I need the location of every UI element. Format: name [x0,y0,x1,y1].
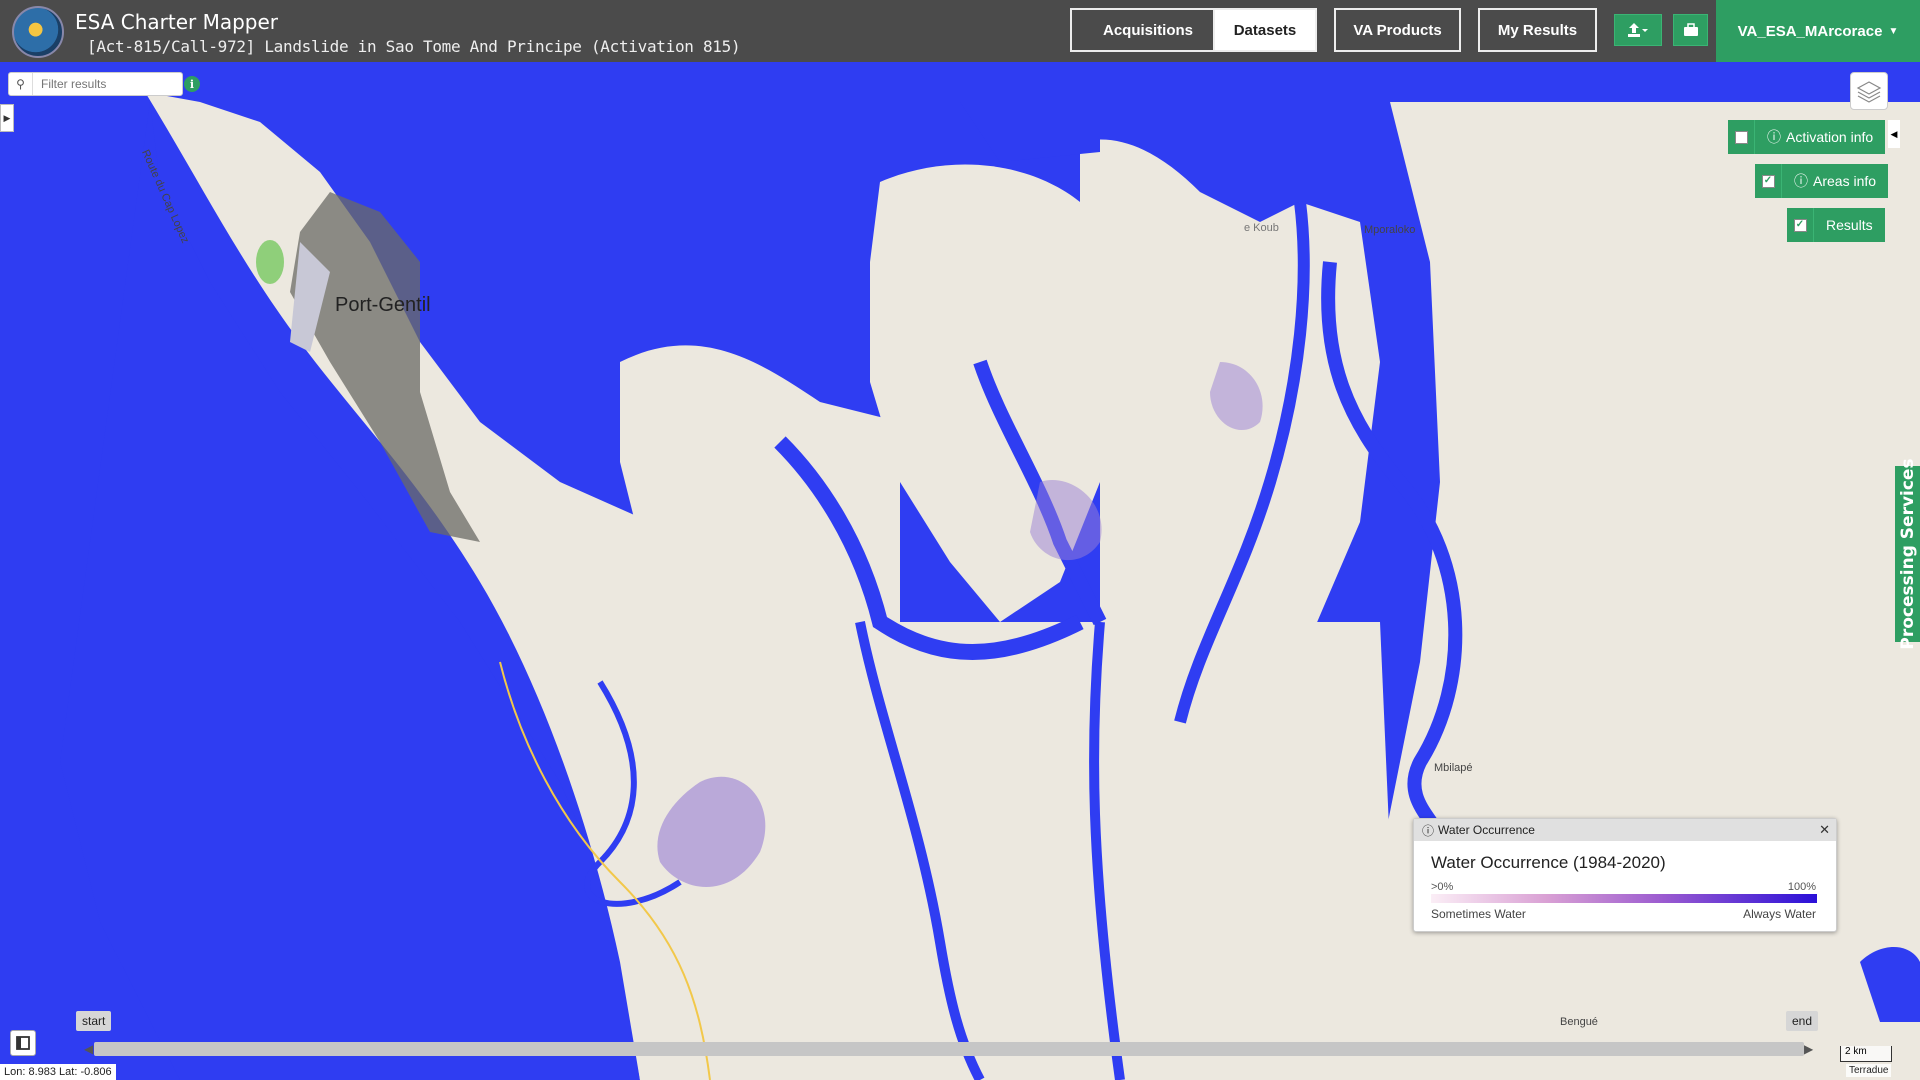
timeline-left-arrow-icon[interactable]: ◀ [84,1042,93,1056]
legend-panel: ⓘ Water Occurrence ✕ Water Occurrence (1… [1413,818,1837,932]
nav-my-results-button[interactable]: My Results [1478,8,1597,52]
activation-info-toggle[interactable]: ⓘ Activation info [1728,120,1886,154]
legend-title: Water Occurrence (1984-2020) [1431,853,1666,872]
legend-color-bar [1431,894,1817,903]
activation-title: [Act-815/Call-972] Landslide in Sao Tome… [87,37,741,56]
filter-results-input[interactable] [33,77,173,91]
areas-info-text: Areas info [1813,173,1877,189]
areas-info-label[interactable]: ⓘ Areas info [1781,164,1889,198]
user-menu[interactable]: VA_ESA_MArcorace ▼ [1716,0,1920,62]
briefcase-icon [1683,23,1698,36]
map-label-port-gentil: Port-Gentil [335,294,431,316]
scale-bar: 2 km [1840,1046,1892,1062]
processing-services-tab[interactable]: Processing Services [1895,458,1920,650]
map-label-mporaloko: Mporaloko [1364,224,1416,236]
top-bar: ESA Charter Mapper [Act-815/Call-972] La… [0,0,1920,62]
info-icon[interactable]: i [184,76,200,92]
areas-info-toggle[interactable]: ✓ ⓘ Areas info [1755,164,1889,198]
info-circle-icon: ⓘ [1794,173,1808,189]
sidebar-toggle-chevron-icon[interactable]: ▶ [0,104,14,132]
nav-va-products-button[interactable]: VA Products [1334,8,1461,52]
map-label-bengue: Bengué [1560,1016,1598,1028]
app-title: ESA Charter Mapper [75,10,279,34]
chevron-down-icon: ▼ [1888,25,1899,37]
timeline-slider[interactable] [94,1042,1804,1056]
results-text: Results [1826,217,1873,233]
timeline-end-handle[interactable]: end [1786,1011,1819,1031]
close-icon[interactable]: ✕ [1819,822,1830,838]
results-checkbox[interactable]: ✓ [1787,208,1813,242]
timeline-start-handle[interactable]: start [76,1011,112,1031]
map-label-mbilape: Mbilapé [1434,762,1473,774]
panel-collapse-chevron-icon[interactable]: ◀ [1888,120,1900,148]
info-circle-icon: ⓘ [1422,823,1435,838]
upload-dropdown-button[interactable] [1614,14,1662,46]
results-label[interactable]: Results [1813,208,1885,242]
briefcase-button[interactable] [1673,14,1708,46]
layers-icon [1856,81,1882,103]
legend-header: ⓘ Water Occurrence [1414,819,1836,841]
coordinates-readout: Lon: 8.983 Lat: -0.806 [0,1064,116,1080]
processing-services-label: Processing Services [1897,458,1918,650]
results-toggle[interactable]: ✓ Results [1787,208,1885,242]
legend-max: 100% [1787,881,1816,893]
search-icon: ⚲ [9,73,33,95]
activation-info-text: Activation info [1786,129,1874,145]
timeline-right-arrow-icon[interactable]: ▶ [1804,1042,1813,1056]
map-attribution: Terradue [1846,1064,1892,1077]
nav-acquisitions-button[interactable]: Acquisitions [1070,8,1226,52]
upload-icon [1628,23,1648,37]
filter-results: ⚲ [8,72,183,96]
info-circle-icon: ⓘ [1767,129,1781,145]
nav-datasets-button[interactable]: Datasets [1213,8,1317,52]
user-name: VA_ESA_MArcorace [1737,22,1883,40]
charter-logo-icon[interactable] [12,6,64,58]
activation-info-checkbox[interactable] [1728,120,1754,154]
activation-info-label[interactable]: ⓘ Activation info [1754,120,1886,154]
screenshot-button[interactable] [10,1030,36,1056]
frame-icon [16,1036,30,1050]
legend-header-text: Water Occurrence [1438,823,1535,837]
legend-min: >0% [1431,881,1454,893]
legend-low-label: Sometimes Water [1431,907,1526,921]
map-label-koub: e Koub [1244,222,1279,234]
layers-button[interactable] [1850,72,1888,110]
areas-info-checkbox[interactable]: ✓ [1755,164,1781,198]
legend-high-label: Always Water [1743,907,1816,921]
